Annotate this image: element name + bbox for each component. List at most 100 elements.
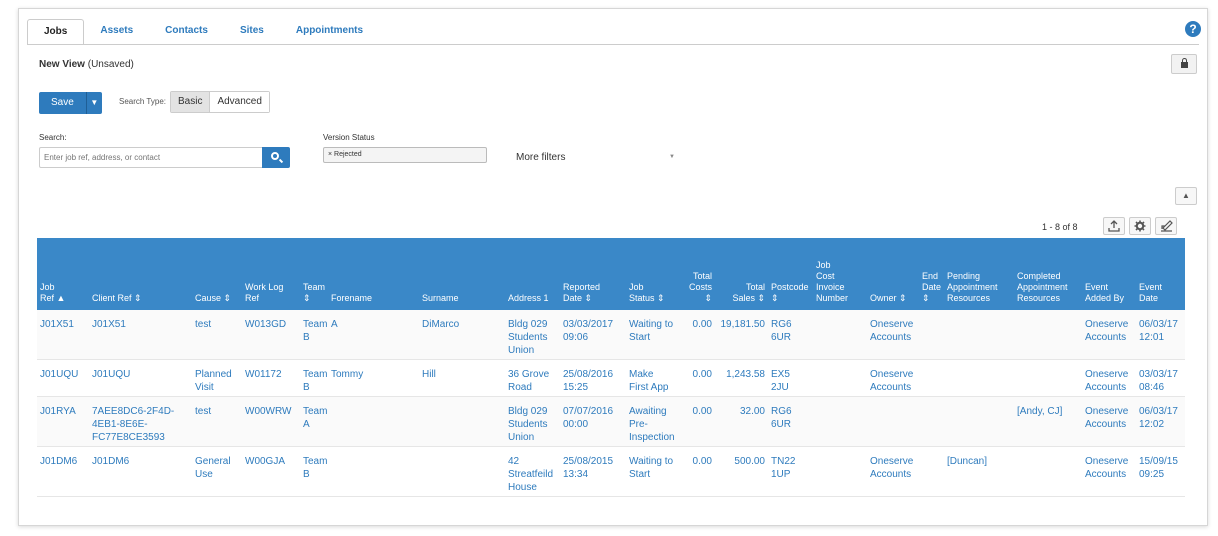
- tab-jobs[interactable]: Jobs: [27, 19, 85, 45]
- table-cell[interactable]: 500.00: [715, 446, 768, 497]
- column-header[interactable]: Work Log Ref: [242, 238, 300, 310]
- settings-button[interactable]: [1129, 217, 1151, 235]
- table-cell[interactable]: EX5 2JU: [768, 359, 813, 397]
- column-header[interactable]: Job Status ⇕: [626, 238, 684, 310]
- column-header[interactable]: Total Sales ⇕: [715, 238, 768, 310]
- table-cell[interactable]: J01DM6: [89, 446, 192, 497]
- table-cell[interactable]: 25/08/2016 15:25: [560, 359, 626, 397]
- table-cell[interactable]: Team B: [300, 310, 328, 360]
- table-cell[interactable]: [1014, 446, 1082, 497]
- basic-search-button[interactable]: Basic: [171, 92, 210, 112]
- table-cell[interactable]: Oneserve Accounts: [1082, 396, 1136, 447]
- save-dropdown-toggle[interactable]: ▼: [85, 92, 102, 114]
- column-header[interactable]: Job Ref ▲: [37, 238, 89, 310]
- table-cell[interactable]: [1014, 359, 1082, 397]
- table-cell[interactable]: 32.00: [715, 396, 768, 447]
- column-header[interactable]: End Date ⇕: [919, 238, 944, 310]
- table-cell[interactable]: test: [192, 310, 242, 360]
- version-status-chip[interactable]: × Rejected: [328, 151, 362, 158]
- table-cell[interactable]: 19,181.50: [715, 310, 768, 360]
- table-cell[interactable]: 36 Grove Road: [505, 359, 560, 397]
- collapse-button[interactable]: ▲: [1175, 187, 1197, 205]
- table-cell[interactable]: [867, 396, 919, 447]
- column-header[interactable]: Pending Appointment Resources: [944, 238, 1014, 310]
- table-cell[interactable]: Make First App: [626, 359, 684, 397]
- table-cell[interactable]: Awaiting Pre- Inspection: [626, 396, 684, 447]
- table-cell[interactable]: Team B: [300, 359, 328, 397]
- table-cell[interactable]: Tommy: [328, 359, 419, 397]
- table-cell[interactable]: Team B: [300, 446, 328, 497]
- search-button[interactable]: [262, 147, 290, 168]
- table-cell[interactable]: Oneserve Accounts: [867, 310, 919, 360]
- table-cell[interactable]: [328, 446, 419, 497]
- table-cell[interactable]: Bldg 029 Students Union: [505, 310, 560, 360]
- table-cell[interactable]: W00WRW: [242, 396, 300, 447]
- table-row[interactable]: J01UQU J01UQU Planned Visit W01172 Team B Tommy…: [37, 359, 1185, 397]
- table-row[interactable]: J01DM6 J01DM6 General Use W00GJA Team B 42 Strea…: [37, 446, 1185, 497]
- help-icon[interactable]: ?: [1185, 21, 1201, 37]
- table-cell[interactable]: 03/03/2017 09:06: [560, 310, 626, 360]
- table-cell[interactable]: General Use: [192, 446, 242, 497]
- table-cell[interactable]: Waiting to Start: [626, 446, 684, 497]
- table-cell[interactable]: TN22 1UP: [768, 446, 813, 497]
- table-cell[interactable]: J01UQU: [89, 359, 192, 397]
- advanced-search-button[interactable]: Advanced: [209, 92, 269, 112]
- column-header[interactable]: Owner ⇕: [867, 238, 919, 310]
- table-cell[interactable]: W00GJA: [242, 446, 300, 497]
- table-cell[interactable]: J01X51: [37, 310, 89, 360]
- save-button[interactable]: Save: [39, 92, 86, 114]
- table-cell[interactable]: 06/03/17 12:02: [1136, 396, 1185, 447]
- column-header[interactable]: Cause ⇕: [192, 238, 242, 310]
- table-cell[interactable]: Oneserve Accounts: [1082, 359, 1136, 397]
- table-cell[interactable]: 42 Streatfeild House: [505, 446, 560, 497]
- table-cell[interactable]: [944, 359, 1014, 397]
- table-cell[interactable]: 25/08/2015 13:34: [560, 446, 626, 497]
- table-cell[interactable]: Planned Visit: [192, 359, 242, 397]
- table-cell[interactable]: [944, 310, 1014, 360]
- table-cell[interactable]: Team A: [300, 396, 328, 447]
- table-cell[interactable]: J01X51: [89, 310, 192, 360]
- table-cell[interactable]: 07/07/2016 00:00: [560, 396, 626, 447]
- table-cell[interactable]: 7AEE8DC6-2F4D- 4EB1-8E6E- FC77E8CE3593: [89, 396, 192, 447]
- column-header[interactable]: Reported Date ⇕: [560, 238, 626, 310]
- table-cell[interactable]: [813, 359, 867, 397]
- table-cell[interactable]: RG6 6UR: [768, 396, 813, 447]
- table-cell[interactable]: 15/09/15 09:25: [1136, 446, 1185, 497]
- tab-contacts[interactable]: Contacts: [149, 19, 224, 45]
- more-filters-dropdown[interactable]: More filters: [516, 152, 565, 163]
- export-button[interactable]: [1103, 217, 1125, 235]
- column-header[interactable]: Address 1: [505, 238, 560, 310]
- table-cell[interactable]: A: [328, 310, 419, 360]
- table-cell[interactable]: [944, 396, 1014, 447]
- table-cell[interactable]: Hill: [419, 359, 505, 397]
- table-cell[interactable]: Oneserve Accounts: [1082, 310, 1136, 360]
- table-cell[interactable]: [328, 396, 419, 447]
- tab-sites[interactable]: Sites: [224, 19, 280, 45]
- table-cell[interactable]: test: [192, 396, 242, 447]
- table-cell[interactable]: J01UQU: [37, 359, 89, 397]
- table-cell[interactable]: DiMarco: [419, 310, 505, 360]
- column-header[interactable]: Event Added By: [1082, 238, 1136, 310]
- table-cell[interactable]: [419, 396, 505, 447]
- table-cell[interactable]: [1014, 310, 1082, 360]
- column-header[interactable]: Completed Appointment Resources: [1014, 238, 1082, 310]
- column-header[interactable]: Surname: [419, 238, 505, 310]
- search-input[interactable]: [39, 147, 263, 168]
- table-row[interactable]: J01X51 J01X51 test W013GD Team B A DiMarco Bldg …: [37, 310, 1185, 360]
- table-cell[interactable]: 03/03/17 08:46: [1136, 359, 1185, 397]
- table-cell[interactable]: [419, 446, 505, 497]
- table-cell[interactable]: 06/03/17 12:01: [1136, 310, 1185, 360]
- table-row[interactable]: J01RYA 7AEE8DC6-2F4D- 4EB1-8E6E- FC77E8CE35…: [37, 396, 1185, 447]
- table-cell[interactable]: J01DM6: [37, 446, 89, 497]
- tab-appointments[interactable]: Appointments: [280, 19, 379, 45]
- table-cell[interactable]: [919, 396, 944, 447]
- table-cell[interactable]: W01172: [242, 359, 300, 397]
- column-header[interactable]: Client Ref ⇕: [89, 238, 192, 310]
- chevron-down-icon[interactable]: ▼: [669, 154, 675, 160]
- table-cell[interactable]: Oneserve Accounts: [1082, 446, 1136, 497]
- column-header[interactable]: Total Costs ⇕: [684, 238, 715, 310]
- table-cell[interactable]: Waiting to Start: [626, 310, 684, 360]
- table-cell[interactable]: W013GD: [242, 310, 300, 360]
- table-cell[interactable]: 0.00: [684, 446, 715, 497]
- table-cell[interactable]: 1,243.58: [715, 359, 768, 397]
